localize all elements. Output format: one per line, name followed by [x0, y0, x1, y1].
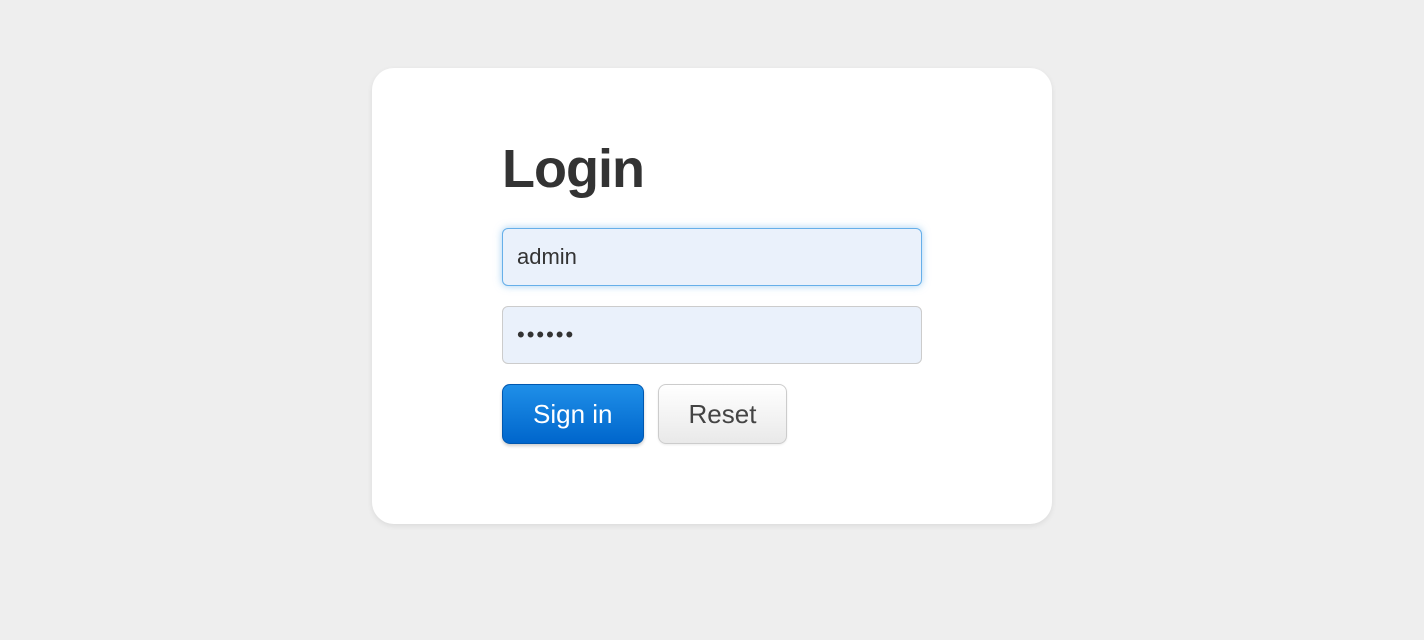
button-row: Sign in Reset	[502, 384, 922, 444]
login-card: Login Sign in Reset	[372, 68, 1052, 524]
login-title: Login	[502, 138, 922, 200]
username-group	[502, 228, 922, 286]
username-input[interactable]	[502, 228, 922, 286]
signin-button[interactable]: Sign in	[502, 384, 644, 444]
reset-button[interactable]: Reset	[658, 384, 788, 444]
password-group	[502, 306, 922, 364]
password-input[interactable]	[502, 306, 922, 364]
